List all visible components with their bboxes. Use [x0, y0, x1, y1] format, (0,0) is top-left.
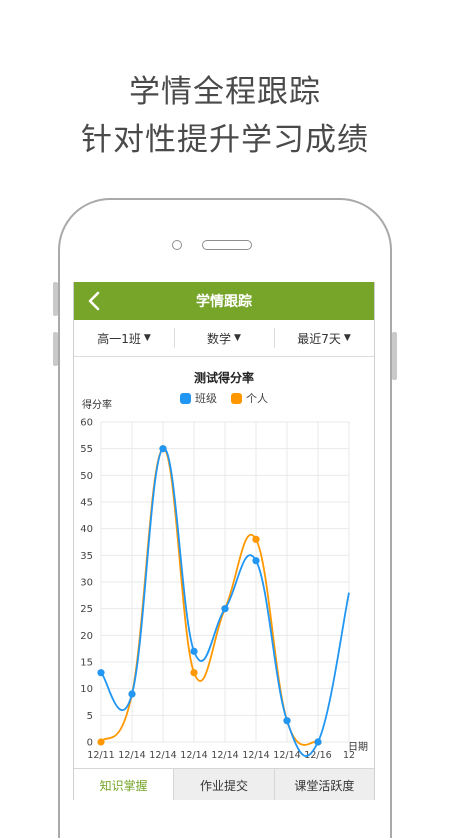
y-tick-label: 50 [80, 471, 93, 482]
y-axis-title: 得分率 [82, 398, 112, 411]
y-tick-label: 5 [87, 711, 93, 722]
data-point-class [190, 647, 198, 655]
data-point-personal [97, 738, 105, 746]
y-tick-label: 15 [80, 658, 93, 669]
x-tick-label: 12/11 [87, 750, 114, 761]
x-tick-label: 12/14 [149, 750, 176, 761]
data-point-class [128, 690, 136, 698]
data-point-class [314, 738, 322, 746]
y-tick-label: 20 [80, 631, 93, 642]
y-tick-label: 25 [80, 604, 93, 615]
data-point-class [97, 669, 105, 677]
data-point-class [283, 717, 291, 725]
x-tick-label: 12/14 [273, 750, 300, 761]
y-tick-label: 55 [80, 444, 93, 455]
phone-speaker [202, 240, 252, 250]
series-line-personal [100, 447, 319, 746]
phone-power-button [392, 332, 397, 380]
y-tick-label: 60 [80, 418, 93, 429]
y-tick-label: 35 [80, 551, 93, 562]
y-tick-label: 40 [80, 524, 93, 535]
data-point-class [252, 557, 260, 565]
app-screen: 学情跟踪 高一1班 ▼ 数学 ▼ 最近7天 ▼ 测试得分率 班级 个人 0 5 10… [73, 282, 375, 800]
x-axis-title: 日期 [348, 741, 368, 753]
data-point-personal [190, 669, 198, 677]
x-tick-label: 12/14 [180, 750, 207, 761]
tab-knowledge[interactable]: 知识掌握 [74, 769, 174, 800]
x-tick-label: 12/14 [118, 750, 145, 761]
tab-homework[interactable]: 作业提交 [173, 769, 274, 800]
y-tick-label: 0 [87, 738, 93, 749]
promo-subheadline: 针对性提升学习成绩 [81, 122, 369, 158]
score-line-chart: 0 5 10 15 20 25 30 35 40 45 50 55 60 12/11 12/14 12/14 1… [80, 398, 368, 761]
y-tick-label: 10 [80, 684, 93, 695]
data-point-class [159, 445, 167, 453]
phone-volume-button [53, 282, 58, 316]
phone-camera [172, 240, 182, 250]
data-point-class [221, 605, 229, 613]
data-point-personal [252, 535, 260, 543]
x-tick-label: 12/14 [242, 750, 269, 761]
y-tick-label: 30 [80, 578, 93, 589]
tab-class-activity[interactable]: 课堂活跃度 [273, 769, 374, 800]
bottom-tabs: 知识掌握 作业提交 课堂活跃度 [74, 768, 374, 800]
y-tick-label: 45 [80, 498, 93, 509]
x-tick-label: 12/14 [211, 750, 238, 761]
phone-volume-button [53, 332, 58, 366]
promo-headline: 学情全程跟踪 [129, 74, 321, 110]
